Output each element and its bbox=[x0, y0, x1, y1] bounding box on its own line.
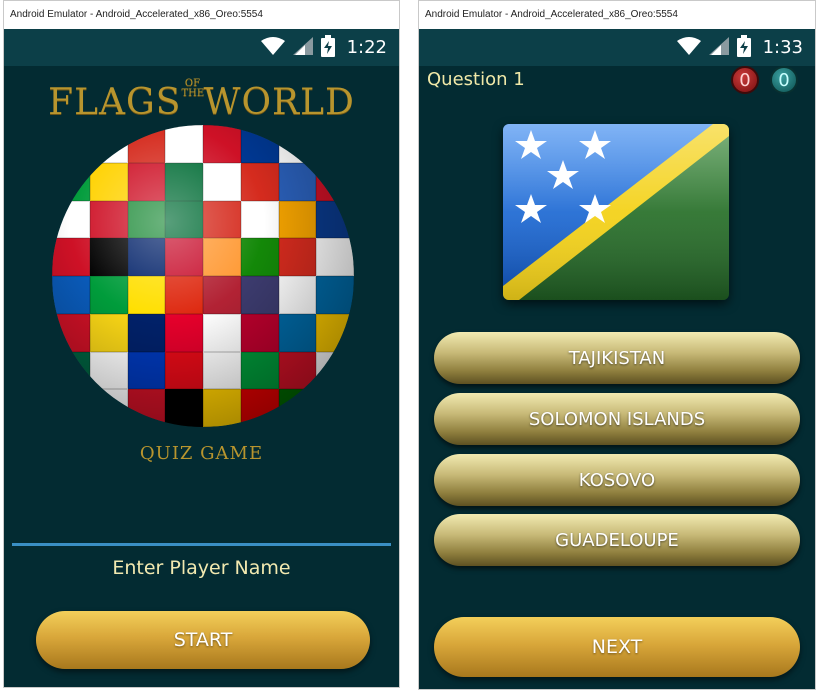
wrong-answers-counter: 0 bbox=[731, 66, 759, 94]
input-underline bbox=[12, 543, 391, 546]
app-screen-question: 1:33 Question 1 0 0 TAJIKISTAN SOLOMON I… bbox=[419, 29, 815, 689]
app-logo: FLAGS OF THEWORLD bbox=[4, 79, 399, 124]
battery-charging-icon bbox=[320, 34, 335, 61]
status-clock: 1:33 bbox=[762, 37, 803, 58]
window-title: Android Emulator - Android_Accelerated_x… bbox=[4, 1, 399, 28]
flag-globe-image bbox=[52, 125, 354, 427]
correct-answers-counter: 0 bbox=[770, 66, 798, 94]
status-bar: 1:33 bbox=[419, 29, 815, 66]
answer-button-3[interactable]: KOSOVO bbox=[434, 454, 800, 506]
logo-small-words: OF THE bbox=[181, 79, 205, 99]
logo-word-world: WORLD bbox=[203, 82, 355, 123]
wifi-icon bbox=[676, 36, 701, 59]
app-screen-home: 1:22 FLAGSOFTHEWORLD QUIZ GAME START bbox=[4, 29, 399, 687]
battery-charging-icon bbox=[736, 34, 751, 61]
logo-small-the: THE bbox=[181, 88, 205, 99]
status-bar: 1:22 bbox=[4, 29, 399, 66]
next-button[interactable]: NEXT bbox=[434, 617, 800, 677]
quiz-game-subtitle: QUIZ GAME bbox=[139, 443, 264, 464]
question-flag-image bbox=[503, 124, 729, 300]
status-clock: 1:22 bbox=[346, 37, 387, 58]
answer-button-2[interactable]: SOLOMON ISLANDS bbox=[434, 393, 800, 445]
signal-icon bbox=[708, 36, 729, 59]
signal-icon bbox=[292, 36, 313, 59]
wifi-icon bbox=[260, 36, 285, 59]
globe-shading bbox=[52, 125, 354, 427]
answer-button-4[interactable]: GUADELOUPE bbox=[434, 514, 800, 566]
question-title: Question 1 bbox=[427, 69, 525, 90]
logo-word-flags: FLAGS bbox=[48, 82, 182, 123]
start-button[interactable]: START bbox=[36, 611, 370, 669]
emulator-window-left: Android Emulator - Android_Accelerated_x… bbox=[3, 0, 400, 688]
window-title: Android Emulator - Android_Accelerated_x… bbox=[419, 1, 815, 28]
player-name-input[interactable] bbox=[4, 557, 399, 579]
answer-button-1[interactable]: TAJIKISTAN bbox=[434, 332, 800, 384]
emulator-window-right: Android Emulator - Android_Accelerated_x… bbox=[418, 0, 816, 690]
